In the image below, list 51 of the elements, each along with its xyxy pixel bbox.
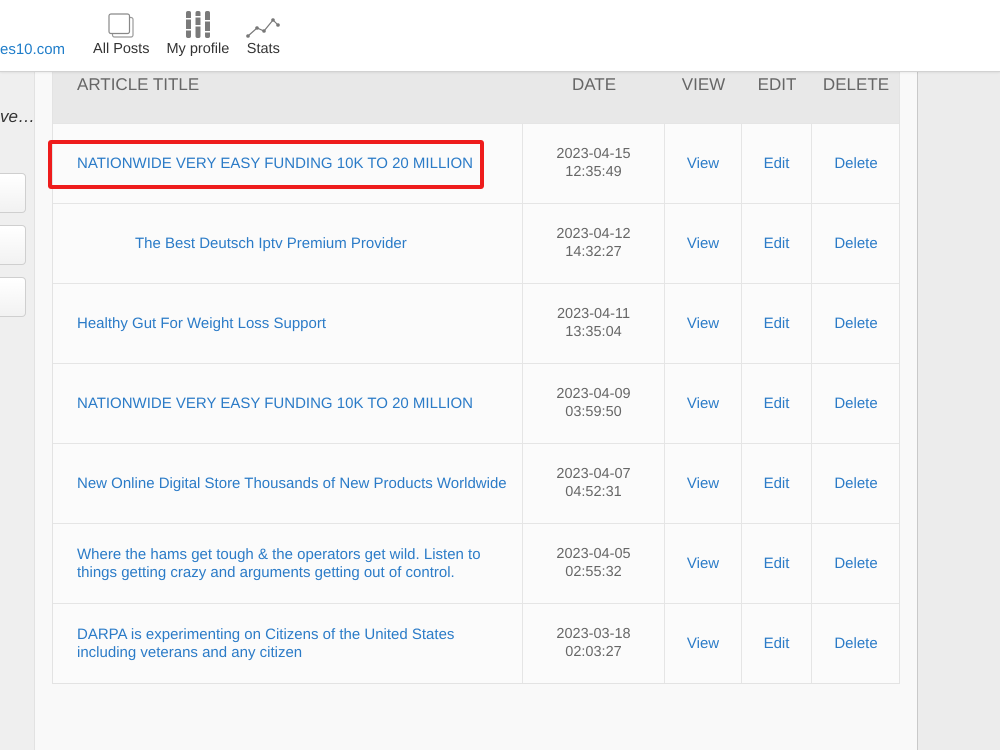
column-header: DATE	[570, 74, 618, 95]
sidebar-button[interactable]	[0, 277, 26, 317]
delete-link[interactable]: Delete	[834, 234, 878, 252]
view-link[interactable]: View	[686, 554, 720, 572]
delete-link[interactable]: Delete	[834, 634, 878, 652]
nav-link[interactable]: All Posts	[93, 11, 150, 58]
nav-link[interactable]: Stats	[246, 11, 280, 58]
date-text: 2023-04-09 03:59:50	[555, 386, 632, 421]
date-text: 2023-04-07 04:52:31	[555, 466, 632, 501]
edit-link[interactable]: Edit	[764, 474, 790, 492]
nav-link[interactable]: My profile	[166, 11, 230, 58]
edit-link[interactable]: Edit	[764, 634, 790, 652]
column-header: ARTICLE TITLE	[76, 74, 200, 95]
delete-link[interactable]: Delete	[834, 314, 878, 332]
date-text: 2023-04-12 14:32:27	[555, 226, 632, 261]
view-link[interactable]: View	[686, 634, 720, 652]
site-link[interactable]: es10.com	[0, 41, 66, 58]
date-text: 2023-04-05 02:55:32	[555, 546, 632, 581]
article-title-link[interactable]: NATIONWIDE VERY EASY FUNDING 10K TO 20 MILLION	[77, 394, 473, 412]
edit-link[interactable]: Edit	[764, 554, 790, 572]
column-header: EDIT	[756, 74, 798, 95]
date-text: 2023-03-18 02:03:27	[555, 626, 632, 661]
sidebar-heading: ve…	[0, 107, 34, 127]
article-title-link[interactable]: Where the hams get tough & the operators get wild. Listen to things getting crazy and arguments getting out of control.	[77, 546, 510, 582]
article-title-link[interactable]: Healthy Gut For Weight Loss Support	[77, 314, 326, 332]
pages-icon	[108, 13, 134, 38]
line-chart-icon	[246, 16, 280, 38]
date-text: 2023-04-15 12:35:49	[555, 146, 632, 181]
view-link[interactable]: View	[686, 234, 720, 252]
sidebar-button[interactable]	[0, 225, 26, 265]
article-title-link[interactable]: DARPA is experimenting on Citizens of the United States including veterans and any citizen	[77, 626, 510, 662]
article-title-link[interactable]: NATIONWIDE VERY EASY FUNDING 10K TO 20 MILLION	[77, 154, 473, 172]
delete-link[interactable]: Delete	[834, 394, 878, 412]
column-header: VIEW	[680, 74, 726, 95]
view-link[interactable]: View	[686, 394, 720, 412]
sidebar-button[interactable]	[0, 173, 26, 213]
view-link[interactable]: View	[686, 154, 720, 172]
date-text: 2023-04-11 13:35:04	[556, 306, 632, 341]
delete-link[interactable]: Delete	[834, 154, 878, 172]
edit-link[interactable]: Edit	[764, 394, 790, 412]
edit-link[interactable]: Edit	[764, 234, 790, 252]
article-title-link[interactable]: New Online Digital Store Thousands of New Products Worldwide	[77, 474, 507, 492]
edit-link[interactable]: Edit	[764, 314, 790, 332]
article-title-link[interactable]: The Best Deutsch Iptv Premium Provider	[135, 234, 407, 252]
delete-link[interactable]: Delete	[834, 554, 878, 572]
delete-link[interactable]: Delete	[834, 474, 878, 492]
edit-link[interactable]: Edit	[764, 154, 790, 172]
view-link[interactable]: View	[686, 474, 720, 492]
column-header: DELETE	[822, 74, 890, 95]
view-link[interactable]: View	[686, 314, 720, 332]
sliders-icon	[184, 11, 211, 38]
